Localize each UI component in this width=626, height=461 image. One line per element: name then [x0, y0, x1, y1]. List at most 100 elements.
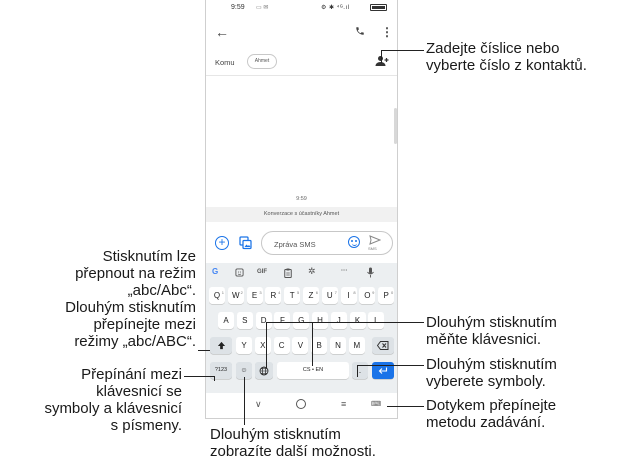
to-label: Komu [215, 58, 235, 67]
status-time: 9:59 [231, 4, 245, 11]
callout-line: Přepínání mezi [81, 366, 182, 383]
globe-icon [259, 366, 269, 375]
navigation-bar: ∨ ≡ ⌨ [206, 394, 397, 416]
callout-line: „abc/Abc“. [127, 282, 196, 299]
more-toolbar-icon[interactable]: ··· [341, 267, 348, 274]
key-hint: 7 [334, 290, 337, 295]
leader-line [266, 322, 424, 323]
sticker-icon[interactable] [235, 268, 244, 277]
key-l[interactable]: L [368, 312, 385, 329]
leader-line [198, 350, 210, 351]
key-u[interactable]: U7 [321, 287, 338, 304]
key-row-3: YXCVBNM [206, 337, 397, 357]
add-contact-icon[interactable] [375, 55, 389, 67]
callout-line: Dlouhým stisknutím [210, 426, 341, 443]
hide-keyboard-icon[interactable]: ∨ [255, 399, 262, 410]
notification-icons: ▭ ✉ [256, 5, 269, 11]
key-i[interactable]: I8 [340, 287, 357, 304]
key-e[interactable]: E3 [246, 287, 263, 304]
callout-input-method: Dotykem přepínejte metodu zadávání. [426, 397, 556, 431]
message-input[interactable]: Zpráva SMS SMS [261, 231, 393, 255]
menu-icon[interactable]: ≡ [341, 399, 346, 409]
keyboard-switch-icon[interactable]: ⌨ [371, 400, 381, 408]
leader-line [381, 50, 382, 63]
home-icon[interactable] [296, 399, 306, 409]
key-w[interactable]: W2 [227, 287, 244, 304]
callout-line: režimy „abc/ABC“. [74, 333, 196, 350]
key-p[interactable]: P0 [378, 287, 395, 304]
key-z[interactable]: Z6 [303, 287, 319, 304]
callout-contacts: Zadejte číslice nebo vyberte číslo z kon… [426, 40, 587, 74]
leader-line [381, 50, 424, 51]
send-icon[interactable] [369, 235, 381, 245]
key-hint: 3 [259, 290, 262, 295]
leader-line [387, 406, 424, 407]
globe-key[interactable] [255, 362, 273, 379]
scrollbar[interactable] [394, 108, 397, 144]
key-o[interactable]: O9 [359, 287, 376, 304]
phone-icon[interactable] [355, 26, 365, 36]
callout-line: Dlouhým stisknutím [426, 356, 557, 373]
keyboard: G GIF ✲ ··· Q1W2E3R4T5Z6U7I8O9P0 ASDFGHJ… [206, 263, 397, 393]
callout-line: Stisknutím lze [102, 248, 196, 265]
leader-line [312, 322, 313, 366]
key-v[interactable]: V [292, 337, 309, 354]
key-c[interactable]: C [273, 337, 290, 354]
back-icon[interactable]: ← [215, 24, 229, 40]
callout-line: s písmeny. [110, 417, 182, 434]
key-r[interactable]: R4 [265, 287, 282, 304]
key-b[interactable]: B [311, 337, 328, 354]
key-k[interactable]: K [349, 312, 366, 329]
more-icon[interactable]: ⋮ [381, 26, 393, 38]
key-j[interactable]: J [330, 312, 347, 329]
key-f[interactable]: F [274, 312, 291, 329]
shift-icon [217, 341, 225, 350]
key-g[interactable]: G [293, 312, 310, 329]
key-x[interactable]: X [254, 337, 271, 354]
key-hint: 0 [390, 290, 394, 295]
callout-line: Dotykem přepínejte [426, 397, 557, 414]
key-s[interactable]: S [236, 312, 253, 329]
emoji-icon[interactable] [348, 236, 360, 248]
recipient-row: Komu Ahmet [206, 50, 397, 74]
key-y[interactable]: Y [236, 337, 252, 354]
leader-line [184, 376, 214, 377]
message-time: 9:59 [296, 196, 307, 202]
gif-button[interactable]: GIF [257, 269, 267, 275]
clipboard-icon[interactable] [284, 268, 292, 278]
gallery-icon[interactable] [239, 236, 252, 250]
callout-more-options: Dlouhým stisknutím zobrazíte další možno… [210, 426, 376, 460]
callout-space: Dlouhým stisknutím měňte klávesnici. [426, 314, 557, 348]
callout-line: klávesnicí se [96, 383, 182, 400]
key-hint: 2 [240, 290, 243, 295]
callout-line: vyberete symboly. [426, 373, 546, 390]
key-h[interactable]: H [312, 312, 328, 329]
leader-line [357, 365, 358, 377]
divider [206, 75, 397, 76]
shift-key[interactable] [210, 337, 232, 354]
mic-icon[interactable] [367, 267, 374, 278]
key-hint: 4 [278, 290, 281, 295]
leader-line [244, 377, 245, 425]
key-t[interactable]: T5 [284, 287, 301, 304]
key-n[interactable]: N [330, 337, 346, 354]
callout-line: Dlouhým stisknutím [426, 314, 557, 331]
callout-line: vyberte číslo z kontaktů. [426, 57, 587, 74]
key-d[interactable]: D [255, 312, 272, 329]
phone-screen: 9:59 ▭ ✉ ⚙ ✱ ⁴ᴳ.ıl ← ⋮ Komu Ahmet 9:59 K… [205, 0, 398, 419]
callout-line: Zadejte číslice nebo [426, 40, 560, 57]
space-key[interactable]: CS • EN [277, 362, 349, 379]
key-m[interactable]: M [348, 337, 365, 354]
key-q[interactable]: Q1 [209, 287, 225, 304]
callout-period: Dlouhým stisknutím vyberete symboly. [426, 356, 557, 390]
recipient-chip[interactable]: Ahmet [247, 54, 277, 69]
settings-icon[interactable]: ✲ [308, 266, 316, 277]
send-label: SMS [368, 246, 377, 251]
key-hint: 5 [296, 290, 300, 295]
key-a[interactable]: A [218, 312, 234, 329]
backspace-key[interactable] [372, 337, 394, 354]
callout-line: symboly a klávesnicí [44, 400, 182, 417]
key-row-1: Q1W2E3R4T5Z6U7I8O9P0 [206, 287, 397, 307]
google-g-icon[interactable]: G [212, 267, 218, 276]
plus-icon[interactable]: + [215, 236, 229, 250]
